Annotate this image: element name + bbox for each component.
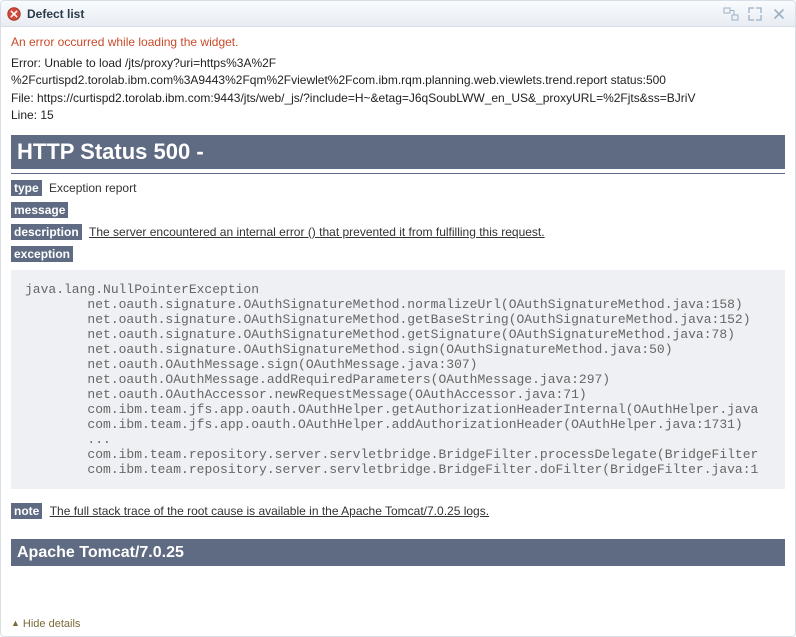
http-response-page: HTTP Status 500 - type Exception report …: [11, 135, 785, 566]
http-status-header: HTTP Status 500 -: [11, 135, 785, 169]
error-line: %2Fcurtispd2.torolab.ibm.com%3A9443%2Fqm…: [11, 72, 785, 89]
settings-icon[interactable]: [721, 6, 741, 22]
description-value: The server encountered an internal error…: [89, 225, 545, 239]
error-icon: [7, 7, 21, 21]
widget-title: Defect list: [27, 7, 84, 21]
error-message: An error occurred while loading the widg…: [1, 27, 795, 53]
titlebar: Defect list: [1, 1, 795, 27]
hide-details-link[interactable]: ▲Hide details: [1, 614, 795, 636]
widget-panel: Defect list An error occurred while load…: [0, 0, 796, 637]
response-body-scroll[interactable]: HTTP Status 500 - type Exception report …: [11, 135, 785, 614]
note-label: note: [11, 503, 42, 519]
stack-trace: java.lang.NullPointerException net.oauth…: [11, 270, 785, 489]
server-header: Apache Tomcat/7.0.25: [11, 540, 785, 566]
collapse-icon: ▲: [11, 618, 20, 628]
exception-label: exception: [11, 246, 73, 262]
error-line: File: https://curtispd2.torolab.ibm.com:…: [11, 90, 785, 107]
close-icon[interactable]: [769, 6, 789, 22]
error-line: Error: Unable to load /jts/proxy?uri=htt…: [11, 55, 785, 72]
note-value: The full stack trace of the root cause i…: [50, 504, 489, 518]
hide-details-label: Hide details: [23, 618, 80, 630]
message-label: message: [11, 202, 68, 218]
maximize-icon[interactable]: [745, 6, 765, 22]
description-label: description: [11, 224, 82, 240]
error-detail: Error: Unable to load /jts/proxy?uri=htt…: [1, 53, 795, 135]
widget-content: An error occurred while loading the widg…: [1, 27, 795, 636]
type-label: type: [11, 180, 42, 196]
error-line: Line: 15: [11, 107, 785, 124]
type-value: Exception report: [49, 181, 136, 195]
